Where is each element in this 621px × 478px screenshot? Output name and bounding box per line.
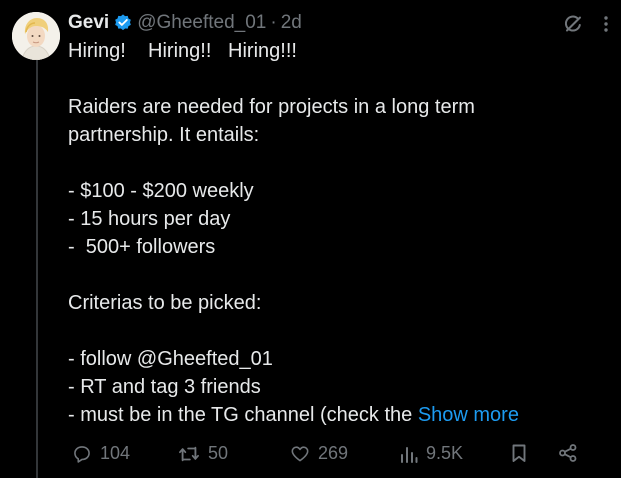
text-line — [68, 149, 608, 177]
text-line — [68, 65, 608, 93]
share-button[interactable] — [558, 443, 578, 463]
bookmark-icon — [512, 444, 526, 462]
text-line: - RT and tag 3 friends — [68, 376, 261, 398]
text-line: - 500+ followers — [68, 236, 216, 258]
separator-dot: · — [270, 12, 277, 33]
timestamp[interactable]: 2d — [281, 12, 302, 34]
text-line-last: - must be in the TG channel (check the S… — [68, 401, 608, 429]
views-button[interactable]: 9.5K — [400, 443, 463, 464]
grok-icon[interactable] — [563, 14, 583, 34]
reply-icon — [74, 445, 90, 463]
thread-line — [36, 56, 38, 478]
tweet-top-actions — [563, 14, 609, 34]
avatar-illustration — [12, 12, 60, 60]
text-line: partnership. It entails: — [68, 124, 260, 146]
text-line: - follow @Gheefted_01 — [68, 348, 273, 370]
tweet-actions: 104 50 269 9.5K — [72, 440, 592, 468]
author-name[interactable]: Gevi — [68, 12, 109, 34]
author-handle[interactable]: @Gheefted_01 — [137, 12, 266, 34]
repost-button[interactable]: 50 — [178, 443, 228, 464]
tweet[interactable]: Gevi @Gheefted_01 · 2d Hiring! Hiring!! … — [0, 0, 621, 478]
reply-count: 104 — [100, 443, 131, 463]
text-line — [68, 261, 608, 289]
text-line: Raiders are needed for projects in a lon… — [68, 96, 475, 118]
like-button[interactable]: 269 — [290, 443, 348, 464]
share-icon — [559, 444, 577, 462]
show-more-link[interactable]: Show more — [418, 404, 519, 426]
text-line: - $100 - $200 weekly — [68, 180, 254, 202]
tweet-header: Gevi @Gheefted_01 · 2d — [68, 9, 302, 37]
views-count: 9.5K — [426, 443, 464, 463]
avatar[interactable] — [12, 12, 60, 60]
repost-icon — [179, 446, 199, 461]
heart-icon — [291, 445, 309, 461]
repost-count: 50 — [208, 443, 229, 463]
text-line — [68, 317, 608, 345]
text-line: Hiring! Hiring!! Hiring!!! — [68, 40, 297, 62]
verified-badge-icon — [113, 13, 133, 33]
more-options-icon[interactable] — [603, 14, 609, 34]
views-icon — [401, 446, 418, 463]
text-line: Criterias to be picked: — [68, 292, 262, 314]
text-line-14: - must be in the TG channel (check the — [68, 404, 418, 426]
like-count: 269 — [318, 443, 349, 463]
bookmark-button[interactable] — [510, 443, 528, 463]
tweet-text: Hiring! Hiring!! Hiring!!! Raiders are n… — [68, 37, 608, 429]
reply-button[interactable]: 104 — [72, 443, 130, 464]
text-line: - 15 hours per day — [68, 208, 231, 230]
